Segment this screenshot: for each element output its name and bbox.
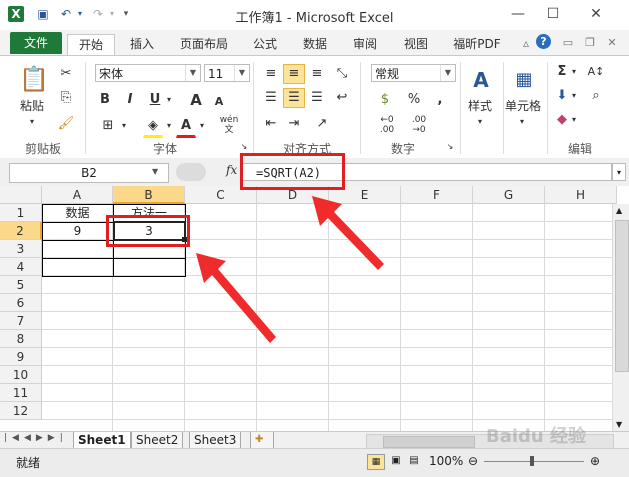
sheet-nav-arrows-icon[interactable]: |◀◀▶▶| [4, 433, 68, 443]
sheet-tab-2[interactable]: Sheet2 [131, 432, 184, 449]
page-layout-view-icon[interactable]: ▣ [388, 454, 404, 468]
arrow-to-formula [312, 196, 384, 270]
horizontal-scroll-thumb[interactable] [383, 436, 475, 448]
annotation-arrows [196, 196, 384, 343]
sheet-tab-1[interactable]: Sheet1 [73, 432, 131, 449]
ready-status: 就绪 [16, 456, 41, 470]
normal-view-icon[interactable]: ▦ [367, 454, 385, 470]
zoom-out-icon[interactable]: ⊖ [468, 454, 478, 468]
baidu-watermark: Baidu 经验 [486, 426, 587, 447]
page-break-view-icon[interactable]: ▤ [406, 454, 422, 468]
zoom-slider[interactable] [484, 461, 584, 462]
zoom-slider-thumb[interactable] [530, 456, 534, 466]
arrow-to-cell [196, 253, 276, 343]
zoom-level[interactable]: 100% [429, 454, 463, 468]
sheet-tab-3[interactable]: Sheet3 [189, 432, 242, 449]
zoom-in-icon[interactable]: ⊕ [590, 454, 600, 468]
status-bar: 就绪 ▦ ▣ ▤ 100% ⊖ ⊕ [0, 448, 629, 477]
insert-sheet-icon[interactable]: ✚ [250, 432, 274, 449]
